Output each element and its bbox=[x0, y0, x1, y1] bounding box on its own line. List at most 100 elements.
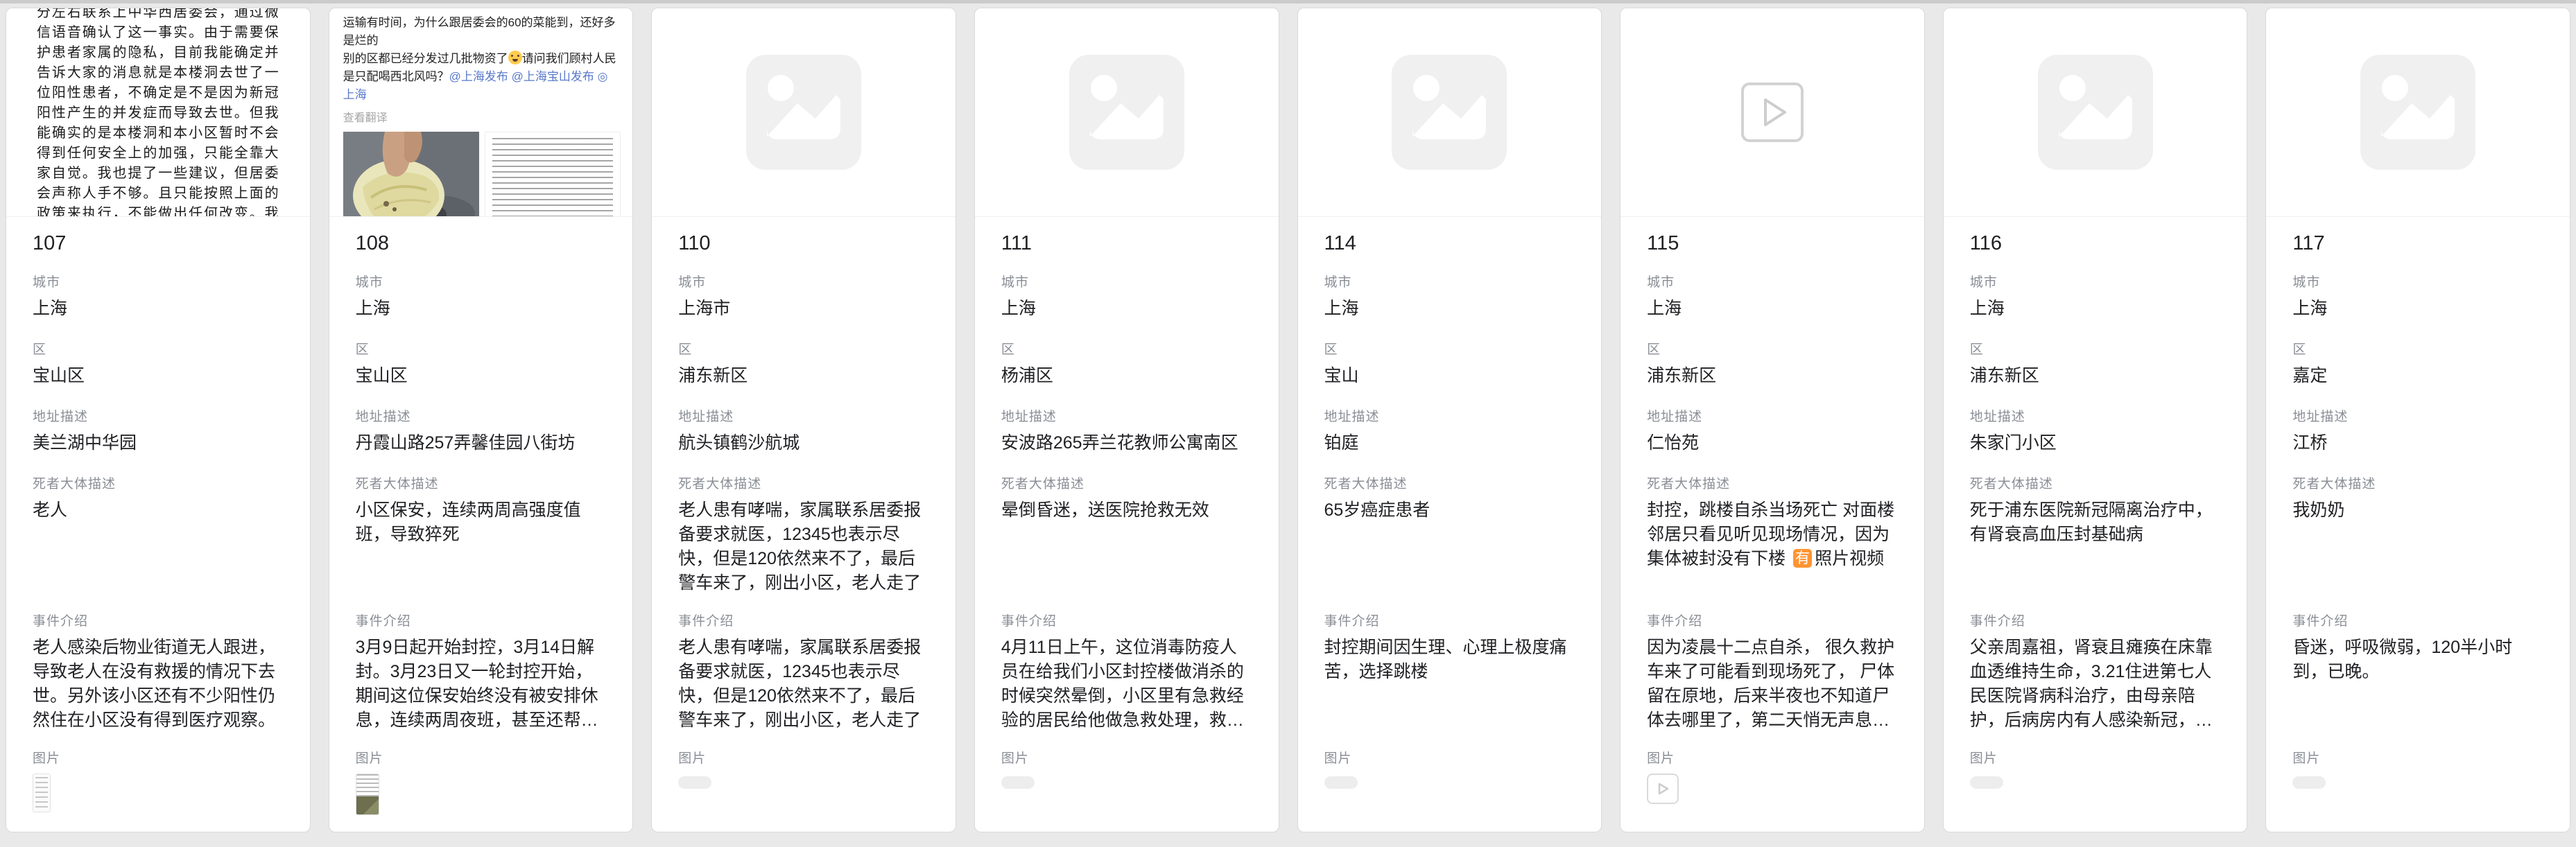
card-fields: 108 城市 上海 区 宝山区 地址描述 丹霞山路257弄馨佳园八街坊 死者大体… bbox=[329, 217, 633, 832]
card-media[interactable] bbox=[1298, 8, 1602, 217]
field-district: 区 杨浦区 bbox=[1001, 339, 1252, 390]
field-label-image: 图片 bbox=[1970, 748, 2221, 767]
card-media[interactable]: 运输有时间，为什么跟居委会的60的菜能到，还好多是烂的别的区都已经分发过几批物资… bbox=[329, 8, 633, 217]
field-label-deceased: 死者大体描述 bbox=[678, 473, 929, 492]
field-label-city: 城市 bbox=[678, 272, 929, 290]
empty-attachment-pill[interactable] bbox=[2292, 776, 2326, 789]
card-media[interactable] bbox=[1620, 8, 1924, 217]
field-value-deceased: 我奶奶 bbox=[2292, 498, 2543, 594]
card-media[interactable] bbox=[2266, 8, 2570, 217]
record-card[interactable]: 117 城市 上海 区 嘉定 地址描述 江桥 死者大体描述 我奶奶 事件介绍 昏… bbox=[2265, 8, 2570, 832]
card-fields: 114 城市 上海 区 宝山 地址描述 铂庭 死者大体描述 65岁癌症患者 事件… bbox=[1298, 217, 1602, 832]
field-value-address: 航头镇鹤沙航城 bbox=[678, 431, 929, 457]
field-value-deceased: 65岁癌症患者 bbox=[1324, 498, 1575, 594]
field-label-district: 区 bbox=[1324, 339, 1575, 358]
field-label-image: 图片 bbox=[1001, 748, 1252, 767]
field-value-deceased: 死于浦东医院新冠隔离治疗中，有肾衰高血压封基础病 bbox=[1970, 498, 2221, 594]
field-image: 图片 bbox=[1647, 748, 1898, 818]
video-play-icon[interactable] bbox=[1620, 8, 1924, 216]
record-id: 108 bbox=[356, 232, 607, 255]
field-value-city: 上海 bbox=[33, 297, 284, 322]
weibo-post-screenshot[interactable]: 运输有时间，为什么跟居委会的60的菜能到，还好多是烂的别的区都已经分发过几批物资… bbox=[329, 8, 633, 217]
field-value-deceased: 老人 bbox=[33, 498, 284, 594]
record-card[interactable]: 运输有时间，为什么跟居委会的60的菜能到，还好多是烂的别的区都已经分发过几批物资… bbox=[329, 8, 634, 832]
record-card[interactable]: 110 城市 上海市 区 浦东新区 地址描述 航头镇鹤沙航城 死者大体描述 老人… bbox=[651, 8, 956, 832]
field-city: 城市 上海 bbox=[1001, 272, 1252, 322]
field-address: 地址描述 朱家门小区 bbox=[1970, 406, 2221, 457]
field-city: 城市 上海市 bbox=[678, 272, 929, 322]
field-label-deceased: 死者大体描述 bbox=[1647, 473, 1898, 492]
attachment-thumbnail-row bbox=[1647, 774, 1898, 818]
field-value-event: 老人感染后物业街道无人跟进，导致老人在没有救援的情况下去世。另外该小区还有不少阳… bbox=[33, 636, 284, 731]
field-value-city: 上海 bbox=[1647, 297, 1898, 322]
field-address: 地址描述 江桥 bbox=[2292, 406, 2543, 457]
record-card[interactable]: 114 城市 上海 区 宝山 地址描述 铂庭 死者大体描述 65岁癌症患者 事件… bbox=[1297, 8, 1602, 832]
field-value-event: 封控期间因生理、心理上极度痛苦，选择跳楼 bbox=[1324, 636, 1575, 731]
card-fields: 117 城市 上海 区 嘉定 地址描述 江桥 死者大体描述 我奶奶 事件介绍 昏… bbox=[2266, 217, 2570, 832]
empty-attachment-pill[interactable] bbox=[1001, 776, 1035, 789]
field-value-district: 宝山区 bbox=[356, 364, 607, 390]
field-label-deceased: 死者大体描述 bbox=[33, 473, 284, 492]
field-value-district: 浦东新区 bbox=[1970, 364, 2221, 390]
attachment-thumbnail-row bbox=[356, 774, 607, 818]
field-label-address: 地址描述 bbox=[356, 406, 607, 425]
field-label-city: 城市 bbox=[33, 272, 284, 290]
article-screenshot-thumb bbox=[485, 132, 621, 217]
video-thumbnail[interactable] bbox=[1647, 774, 1679, 804]
field-deceased: 死者大体描述 65岁癌症患者 bbox=[1324, 473, 1575, 594]
record-card[interactable]: 111 城市 上海 区 杨浦区 地址描述 安波路265弄兰花教师公寓南区 死者大… bbox=[974, 8, 1279, 832]
field-label-district: 区 bbox=[1647, 339, 1898, 358]
record-card[interactable]: 116 城市 上海 区 浦东新区 地址描述 朱家门小区 死者大体描述 死于浦东医… bbox=[1943, 8, 2248, 832]
empty-attachment-pill[interactable] bbox=[678, 776, 711, 789]
record-card[interactable]: 115 城市 上海 区 浦东新区 地址描述 仁怡苑 死者大体描述 封控，跳楼自杀… bbox=[1620, 8, 1925, 832]
field-district: 区 宝山 bbox=[1324, 339, 1575, 390]
photo-thumbnail[interactable] bbox=[356, 774, 379, 815]
record-id: 117 bbox=[2292, 232, 2543, 255]
field-event: 事件介绍 封控期间因生理、心理上极度痛苦，选择跳楼 bbox=[1324, 611, 1575, 731]
field-value-address: 丹霞山路257弄馨佳园八街坊 bbox=[356, 431, 607, 457]
field-value-address: 美兰湖中华园 bbox=[33, 431, 284, 457]
screenshot-thumbnail[interactable] bbox=[33, 774, 51, 812]
field-deceased: 死者大体描述 小区保安，连续两周高强度值班，导致猝死 bbox=[356, 473, 607, 594]
field-label-address: 地址描述 bbox=[33, 406, 284, 425]
record-id: 110 bbox=[678, 232, 929, 255]
field-label-city: 城市 bbox=[2292, 272, 2543, 290]
field-image: 图片 bbox=[356, 748, 607, 818]
field-address: 地址描述 丹霞山路257弄馨佳园八街坊 bbox=[356, 406, 607, 457]
field-value-event: 父亲周嘉祖，肾衰且瘫痪在床靠血透维持生命，3.21住进第七人民医院肾病科治疗，由… bbox=[1970, 636, 2221, 731]
has-media-badge: 有 bbox=[1793, 549, 1812, 568]
record-card[interactable]: 分左右联系上中华西居委会，通过微信语音确认了这一事实。由于需要保护患者家属的隐私… bbox=[6, 8, 311, 832]
field-label-deceased: 死者大体描述 bbox=[1324, 473, 1575, 492]
field-image: 图片 bbox=[1001, 748, 1252, 821]
field-label-city: 城市 bbox=[1970, 272, 2221, 290]
chat-screenshot-image[interactable]: 分左右联系上中华西居委会，通过微信语音确认了这一事实。由于需要保护患者家属的隐私… bbox=[6, 8, 310, 216]
field-event: 事件介绍 父亲周嘉祖，肾衰且瘫痪在床靠血透维持生命，3.21住进第七人民医院肾病… bbox=[1970, 611, 2221, 731]
field-image: 图片 bbox=[1324, 748, 1575, 821]
field-event: 事件介绍 3月9日起开始封控，3月14日解封。3月23日又一轮封控开始，期间这位… bbox=[356, 611, 607, 731]
field-image: 图片 bbox=[33, 748, 284, 818]
image-placeholder-icon bbox=[1944, 8, 2247, 216]
field-label-address: 地址描述 bbox=[1647, 406, 1898, 425]
field-deceased: 死者大体描述 老人 bbox=[33, 473, 284, 594]
field-label-district: 区 bbox=[356, 339, 607, 358]
card-media[interactable] bbox=[975, 8, 1279, 217]
card-media[interactable]: 分左右联系上中华西居委会，通过微信语音确认了这一事实。由于需要保护患者家属的隐私… bbox=[6, 8, 310, 217]
field-value-event: 3月9日起开始封控，3月14日解封。3月23日又一轮封控开始，期间这位保安始终没… bbox=[356, 636, 607, 731]
field-city: 城市 上海 bbox=[1647, 272, 1898, 322]
card-media[interactable] bbox=[1944, 8, 2247, 217]
attachment-thumbnail-row bbox=[1970, 776, 2221, 821]
mention-links[interactable]: @上海发布 @上海宝山发布 ◎上海 bbox=[343, 70, 608, 101]
crying-face-emoji bbox=[508, 51, 522, 64]
empty-attachment-pill[interactable] bbox=[1970, 776, 2003, 789]
card-media[interactable] bbox=[652, 8, 956, 217]
empty-attachment-pill[interactable] bbox=[1324, 776, 1358, 789]
field-event: 事件介绍 老人患有哮喘，家属联系居委报备要求就医，12345也表示尽快，但是12… bbox=[678, 611, 929, 731]
field-label-event: 事件介绍 bbox=[1324, 611, 1575, 629]
field-label-event: 事件介绍 bbox=[2292, 611, 2543, 629]
field-address: 地址描述 美兰湖中华园 bbox=[33, 406, 284, 457]
field-label-image: 图片 bbox=[1324, 748, 1575, 767]
card-fields: 116 城市 上海 区 浦东新区 地址描述 朱家门小区 死者大体描述 死于浦东医… bbox=[1944, 217, 2247, 832]
field-value-city: 上海 bbox=[356, 297, 607, 322]
field-value-city: 上海 bbox=[1970, 297, 2221, 322]
field-district: 区 宝山区 bbox=[356, 339, 607, 390]
